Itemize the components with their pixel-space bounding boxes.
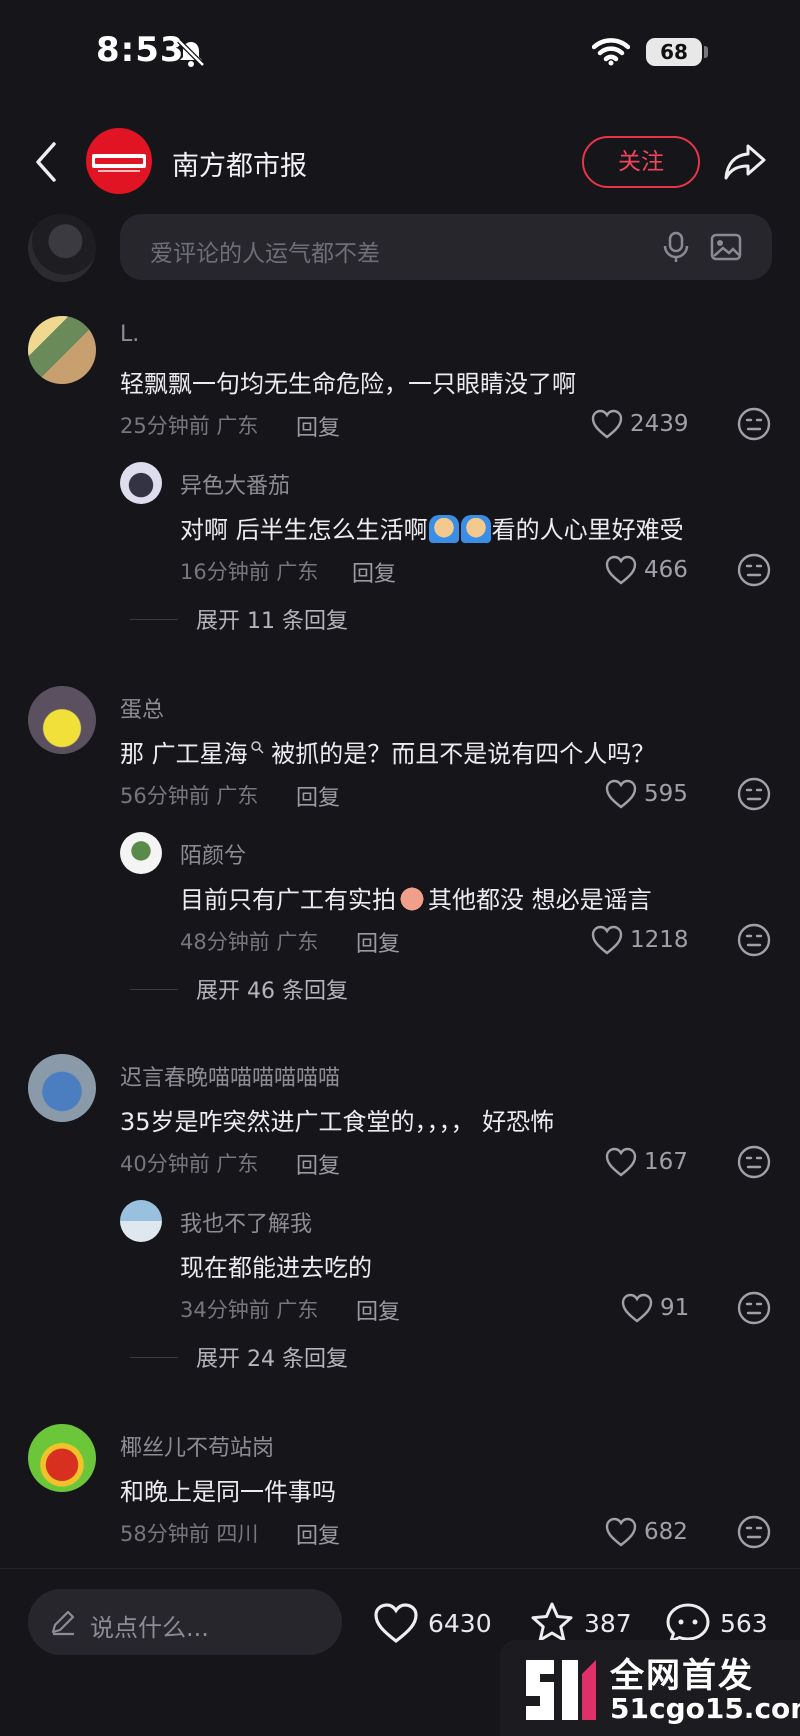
favorite-count: 387	[584, 1608, 632, 1638]
wifi-icon	[592, 38, 630, 66]
heart-icon	[605, 555, 637, 585]
status-bar: 8:53 68	[0, 0, 800, 100]
watermark-logo-icon	[526, 1660, 596, 1720]
dislike-icon[interactable]	[736, 1514, 772, 1550]
crying-emoji-icon	[428, 515, 459, 543]
like-count: 167	[644, 1149, 688, 1175]
dislike-icon[interactable]	[736, 1290, 772, 1326]
expand-replies-button[interactable]: 展开 11 条回复	[130, 604, 348, 634]
comment-text: 和晚上是同一件事吗	[120, 1478, 336, 1506]
heart-icon	[621, 1293, 653, 1323]
reply-name[interactable]: 异色大番茄	[180, 468, 290, 500]
account-logo[interactable]	[86, 128, 152, 194]
reply-meta: 34分钟前 广东	[180, 1298, 319, 1322]
like-count: 1218	[630, 927, 689, 953]
reply-button[interactable]: 回复	[356, 1294, 400, 1326]
comment-input[interactable]: 爱评论的人运气都不差	[120, 214, 772, 280]
battery-indicator: 68	[646, 38, 702, 66]
reply-button[interactable]: 回复	[296, 1518, 340, 1550]
commenter-name[interactable]: 蛋总	[120, 692, 164, 724]
like-button[interactable]: 167	[604, 1144, 688, 1180]
microphone-icon[interactable]	[658, 229, 694, 265]
reply-avatar[interactable]	[120, 832, 162, 874]
reply-name[interactable]: 陌颜兮	[180, 838, 246, 870]
bell-muted-icon	[177, 39, 205, 67]
like-button[interactable]: 595	[604, 776, 688, 812]
bottom-input-placeholder: 说点什么...	[90, 1614, 209, 1642]
post-like-count: 6430	[428, 1608, 492, 1638]
heart-icon	[591, 409, 623, 439]
like-count: 595	[644, 781, 688, 807]
commenter-name[interactable]: L.	[120, 322, 139, 347]
commenter-name[interactable]: 椰丝儿不苟站岗	[120, 1430, 274, 1462]
my-avatar[interactable]	[28, 214, 96, 282]
heart-icon	[605, 1517, 637, 1547]
like-count: 91	[660, 1295, 690, 1321]
like-post-button[interactable]: 6430	[372, 1599, 492, 1647]
reply-text: 现在都能进去吃的	[180, 1254, 372, 1282]
bottom-comment-input[interactable]: 说点什么...	[28, 1589, 342, 1655]
commenter-avatar[interactable]	[28, 686, 96, 754]
dislike-icon[interactable]	[736, 406, 772, 442]
account-name[interactable]: 南方都市报	[172, 144, 307, 183]
image-icon[interactable]	[708, 229, 744, 265]
commenter-avatar[interactable]	[28, 1054, 96, 1122]
commenter-avatar[interactable]	[28, 316, 96, 384]
comment-meta: 56分钟前 广东	[120, 784, 259, 808]
reply-avatar[interactable]	[120, 462, 162, 504]
dislike-icon[interactable]	[736, 552, 772, 588]
heart-icon	[605, 1147, 637, 1177]
watermark-url: 51cgo15.com	[610, 1692, 800, 1725]
watermark-title: 全网首发	[610, 1656, 754, 1696]
heart-icon	[374, 1603, 418, 1644]
reply-button[interactable]: 回复	[296, 780, 340, 812]
dislike-icon[interactable]	[736, 776, 772, 812]
reply-meta: 48分钟前 广东	[180, 930, 319, 954]
expand-replies-button[interactable]: 展开 46 条回复	[130, 974, 348, 1004]
follow-button[interactable]: 关注	[582, 136, 700, 188]
status-time: 8:53	[96, 30, 185, 70]
comment-text: 35岁是咋突然进广工食堂的，，，， 好恐怖	[120, 1108, 555, 1136]
reply-button[interactable]: 回复	[352, 556, 396, 588]
search-icon[interactable]	[250, 740, 264, 754]
like-count: 682	[644, 1519, 688, 1545]
header: 南方都市报 关注	[0, 120, 800, 204]
heart-icon	[605, 779, 637, 809]
like-button[interactable]: 1218	[590, 922, 689, 958]
back-button[interactable]	[28, 140, 64, 184]
heart-icon	[591, 925, 623, 955]
comment-text: 那 广工星海 被抓的是？而且不是说有四个人吗？	[120, 740, 656, 768]
comment-meta: 25分钟前 广东	[120, 414, 259, 438]
reply-avatar[interactable]	[120, 1200, 162, 1242]
reply-name[interactable]: 我也不了解我	[180, 1206, 312, 1238]
expand-replies-button[interactable]: 展开 24 条回复	[130, 1342, 348, 1372]
reply-button[interactable]: 回复	[356, 926, 400, 958]
reply-text: 对啊 后半生怎么生活啊 看的人心里好难受	[180, 515, 684, 544]
battery-nub	[704, 46, 708, 58]
blushing-emoji-icon	[397, 885, 427, 913]
like-count: 2439	[630, 411, 689, 437]
comment-meta: 40分钟前 广东	[120, 1152, 259, 1176]
comment-meta: 58分钟前 四川	[120, 1522, 259, 1546]
comment-count: 563	[720, 1608, 768, 1638]
like-count: 466	[644, 557, 688, 583]
comment-text: 轻飘飘一句均无生命危险，一只眼睛没了啊	[120, 370, 576, 398]
reply-meta: 16分钟前 广东	[180, 560, 319, 584]
commenter-name[interactable]: 迟言春晚喵喵喵喵喵喵	[120, 1060, 340, 1092]
pencil-icon	[51, 1610, 75, 1636]
share-icon[interactable]	[722, 140, 768, 184]
like-button[interactable]: 2439	[590, 406, 689, 442]
comment-input-placeholder: 爱评论的人运气都不差	[150, 241, 380, 267]
reply-text: 目前只有广工有实拍 其他都没 想必是谣言	[180, 885, 652, 914]
dislike-icon[interactable]	[736, 1144, 772, 1180]
like-button[interactable]: 466	[604, 552, 688, 588]
crying-emoji-icon	[460, 515, 491, 543]
dislike-icon[interactable]	[736, 922, 772, 958]
reply-button[interactable]: 回复	[296, 410, 340, 442]
watermark: 全网首发 51cgo15.com	[500, 1640, 800, 1736]
commenter-avatar[interactable]	[28, 1424, 96, 1492]
reply-button[interactable]: 回复	[296, 1148, 340, 1180]
like-button[interactable]: 91	[620, 1290, 689, 1326]
like-button[interactable]: 682	[604, 1514, 688, 1550]
